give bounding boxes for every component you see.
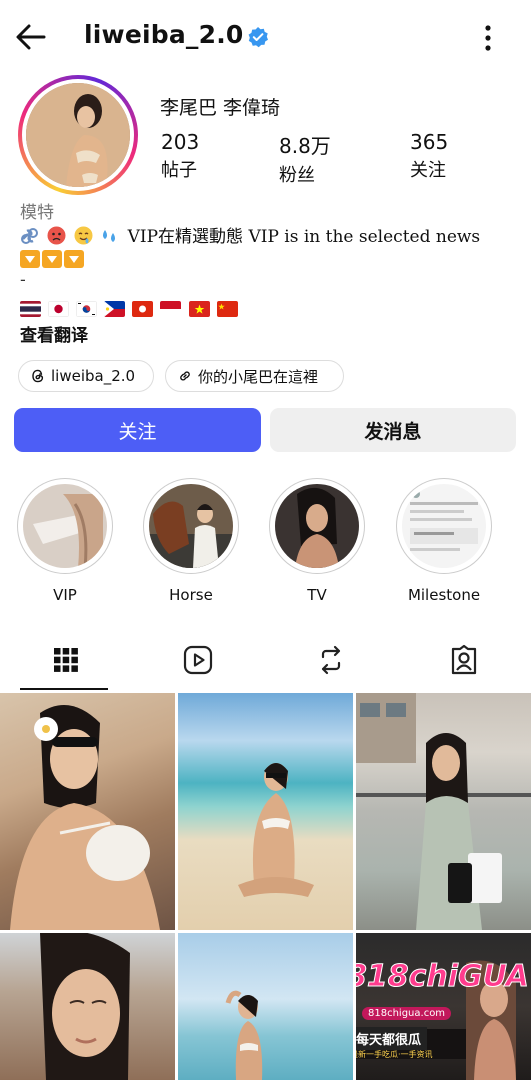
angry-face-emoji-icon [47, 226, 66, 245]
posts-count[interactable]: 203 帖子 [161, 130, 199, 182]
top-bar: liweiba_2.0 [0, 0, 531, 78]
highlight-cover [149, 484, 233, 568]
post-thumbnail[interactable] [0, 693, 175, 930]
down-arrow-icon [20, 250, 40, 268]
highlight-vip[interactable]: VIP [15, 478, 115, 604]
link-text: 你的小尾巴在這裡 [198, 367, 319, 386]
verified-badge-icon [248, 27, 268, 48]
following-count[interactable]: 365 关注 [410, 130, 448, 182]
vietnam-flag-icon [188, 300, 210, 317]
bio-dash: - [20, 270, 26, 289]
grid-icon [54, 648, 78, 672]
indonesia-flag-icon [160, 300, 182, 317]
china-flag-icon [216, 300, 238, 317]
down-arrow-icon [64, 250, 84, 268]
tab-tagged[interactable] [398, 628, 530, 692]
followers-count[interactable]: 8.8万 粉丝 [279, 130, 331, 187]
highlight-horse[interactable]: Horse [141, 478, 241, 604]
link-chip[interactable]: 你的小尾巴在這裡 [165, 360, 344, 392]
bio-text: VIP在精選動態 VIP is in the selected news [20, 222, 480, 247]
watermark-logo: 818chiGUA [356, 959, 529, 995]
flag-emojis [20, 298, 240, 317]
avatar[interactable] [26, 83, 130, 187]
tagged-icon [451, 644, 477, 675]
display-name: 李尾巴 李偉琦 [160, 97, 281, 119]
content-tabs [0, 628, 531, 692]
reels-icon [183, 645, 213, 675]
post-thumbnail[interactable]: 818chiGUA 818chigua.com 每天都很瓜 最新一手吃瓜·一手资… [356, 933, 531, 1080]
story-ring[interactable] [18, 75, 138, 195]
post-thumbnail[interactable] [178, 693, 353, 930]
post-thumbnail[interactable] [356, 693, 531, 930]
tab-reels[interactable] [132, 628, 264, 692]
more-vertical-icon[interactable] [478, 22, 498, 54]
message-button[interactable]: 发消息 [270, 408, 516, 452]
watermark-site: 818chigua.com [362, 1007, 452, 1020]
repost-icon [321, 645, 341, 675]
threads-chip[interactable]: liweiba_2.0 [18, 360, 154, 392]
tab-reposts[interactable] [265, 628, 397, 692]
watermark-overlay: 818chiGUA 818chigua.com 每天都很瓜 最新一手吃瓜·一手资… [356, 955, 531, 1075]
watermark-tagline: 每天都很瓜 [356, 1027, 428, 1050]
highlight-cover [23, 484, 107, 568]
highlight-cover [402, 484, 486, 568]
down-arrow-emojis [20, 250, 86, 272]
hong-kong-flag-icon [132, 300, 154, 317]
posts-grid: 818chiGUA 818chigua.com 每天都很瓜 最新一手吃瓜·一手资… [0, 693, 531, 1080]
threads-icon [32, 369, 44, 383]
japan-flag-icon [48, 300, 70, 317]
highlight-cover [275, 484, 359, 568]
link-emoji-icon [21, 228, 38, 244]
threads-username: liweiba_2.0 [51, 367, 136, 385]
back-arrow-icon[interactable] [14, 22, 48, 52]
tab-posts[interactable] [0, 628, 132, 692]
highlight-tv[interactable]: TV [267, 478, 367, 604]
post-thumbnail[interactable] [178, 933, 353, 1080]
profile-username: liweiba_2.0 [84, 20, 244, 49]
profile-category: 模特 [20, 203, 54, 223]
sweat-droplets-emoji-icon [103, 230, 116, 242]
post-thumbnail[interactable] [0, 933, 175, 1080]
link-icon [180, 371, 190, 381]
philippines-flag-icon [104, 300, 126, 317]
highlight-milestone[interactable]: Milestone [394, 478, 494, 604]
see-translation-link[interactable]: 查看翻译 [20, 321, 88, 346]
active-tab-indicator [20, 688, 108, 690]
thailand-flag-icon [20, 300, 41, 317]
down-arrow-icon [42, 250, 62, 268]
follow-button[interactable]: 关注 [14, 408, 261, 452]
drooling-face-emoji-icon [74, 226, 93, 245]
watermark-small-text: 最新一手吃瓜·一手资讯 [356, 1050, 433, 1059]
korea-flag-icon [76, 300, 98, 317]
